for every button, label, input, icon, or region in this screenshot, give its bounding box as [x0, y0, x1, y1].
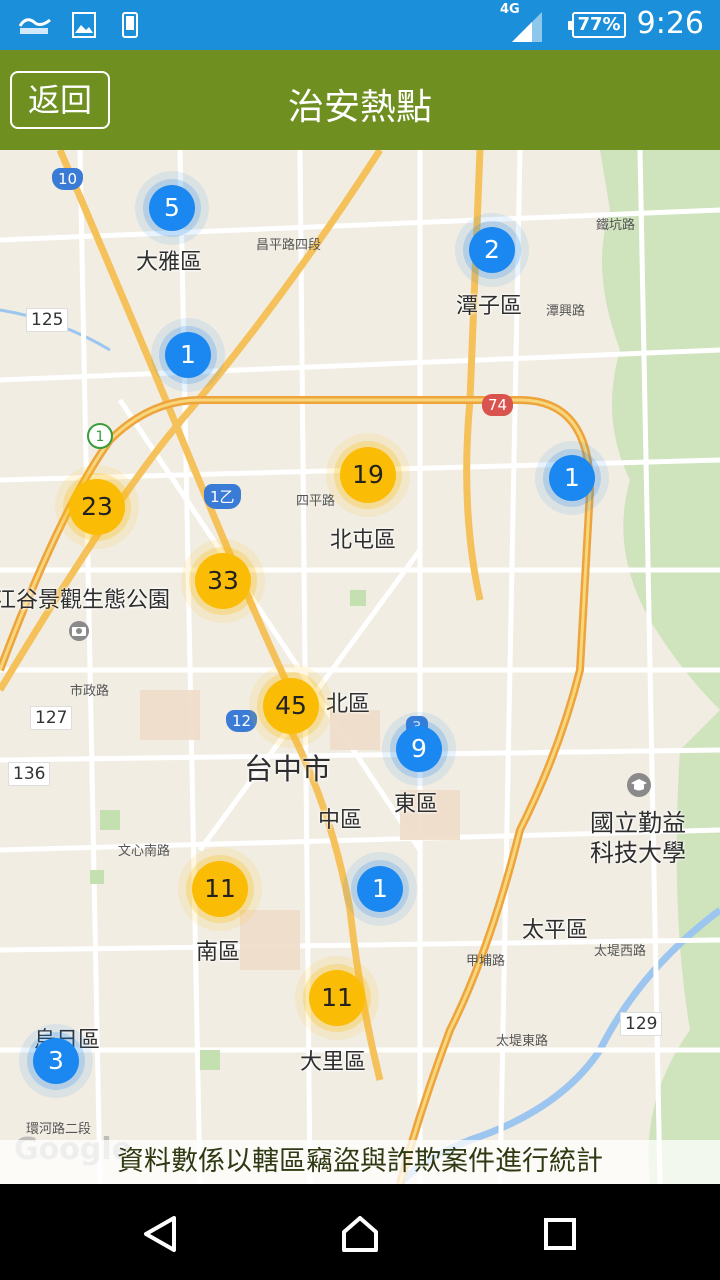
image-icon — [72, 12, 96, 38]
road-label: 昌平路四段 — [256, 238, 322, 253]
road-label: 太堤西路 — [594, 944, 647, 959]
cluster-marker[interactable]: 5 — [149, 185, 195, 231]
system-nav-bar — [0, 1184, 720, 1280]
svg-text:1: 1 — [96, 429, 105, 445]
cluster-marker[interactable]: 45 — [263, 678, 319, 734]
map-view[interactable]: 10 125 74 1乙 127 136 12 129 3 昌平路四段 四平路 … — [0, 150, 720, 1184]
signal-icon — [512, 12, 542, 42]
place-north: 北區 — [326, 692, 371, 717]
road-1y: 1乙 — [204, 484, 241, 509]
place-dali: 大里區 — [300, 1050, 367, 1075]
place-university: 國立勤益 科技大學 — [590, 809, 686, 867]
page-title: 治安熱點 — [287, 87, 432, 128]
place-tanzi: 潭子區 — [456, 294, 523, 319]
cluster-marker[interactable]: 1 — [357, 866, 403, 912]
cluster-marker[interactable]: 11 — [309, 970, 365, 1026]
road-12: 12 — [226, 710, 258, 732]
phone-icon — [122, 12, 138, 38]
back-triangle-icon[interactable] — [138, 1212, 182, 1256]
camera-icon — [69, 621, 89, 641]
cluster-marker[interactable]: 9 — [396, 726, 442, 772]
road-label: 潭興路 — [546, 304, 586, 319]
cluster-marker[interactable]: 11 — [192, 861, 248, 917]
place-central: 中區 — [318, 808, 363, 833]
cluster-marker[interactable]: 19 — [340, 447, 396, 503]
road-127: 127 — [30, 706, 73, 730]
cluster-marker[interactable]: 3 — [33, 1038, 79, 1084]
road-label: 市政路 — [70, 684, 110, 699]
road-label: 甲埔路 — [466, 954, 506, 969]
status-bar: 4G 77% 9:26 — [0, 0, 720, 50]
cluster-marker[interactable]: 1 — [549, 455, 595, 501]
place-dayan: 大雅區 — [136, 250, 203, 275]
route-marker-icon: 1 — [87, 423, 113, 449]
place-beitun: 北屯區 — [330, 528, 397, 553]
map-base — [0, 150, 720, 1184]
cluster-marker[interactable]: 1 — [165, 332, 211, 378]
recent-apps-icon[interactable] — [538, 1212, 582, 1256]
title-bar: 返回 治安熱點 — [0, 50, 720, 150]
road-74: 74 — [482, 394, 514, 416]
road-label: 四平路 — [296, 494, 336, 509]
place-taichung: 台中市 — [244, 752, 332, 786]
road-136: 136 — [8, 762, 51, 786]
road-10: 10 — [52, 168, 84, 190]
pulse-app-icon — [18, 18, 51, 34]
footer-note: 資料數係以轄區竊盜與詐欺案件進行統計 — [0, 1140, 720, 1184]
road-label: 鐵坑路 — [596, 218, 636, 233]
clock: 9:26 — [636, 6, 704, 41]
place-park: 江谷景觀生態公園 — [0, 588, 171, 613]
cluster-marker[interactable]: 23 — [69, 479, 125, 535]
school-icon — [627, 773, 651, 797]
cluster-marker[interactable]: 33 — [195, 553, 251, 609]
place-south: 南區 — [196, 940, 241, 965]
road-125: 125 — [26, 308, 69, 332]
place-taiping: 太平區 — [522, 918, 589, 943]
battery-icon: 77% — [568, 12, 626, 38]
road-label: 文心南路 — [118, 844, 171, 859]
road-label: 太堤東路 — [496, 1034, 549, 1049]
home-icon[interactable] — [338, 1212, 382, 1256]
road-129: 129 — [620, 1012, 663, 1036]
cluster-marker[interactable]: 2 — [469, 227, 515, 273]
place-east: 東區 — [394, 792, 439, 817]
